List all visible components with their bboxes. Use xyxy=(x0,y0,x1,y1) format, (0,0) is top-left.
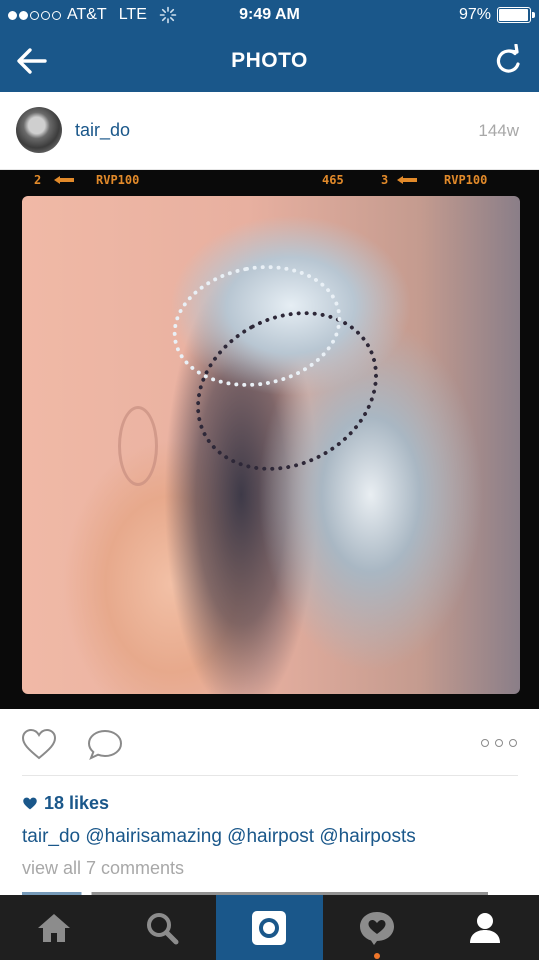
profile-icon xyxy=(470,912,501,943)
top-bar: AT&T LTE 9:49 AM 97% PHOTO xyxy=(0,0,539,92)
avatar[interactable] xyxy=(16,107,62,153)
tab-profile[interactable] xyxy=(431,895,539,960)
heart-filled-icon xyxy=(23,797,37,810)
battery-icon xyxy=(497,7,535,23)
likes-count: 18 likes xyxy=(44,793,110,813)
notification-dot xyxy=(374,953,381,959)
divider xyxy=(22,775,518,776)
post-header: tair_do 144w xyxy=(0,92,539,170)
post-caption: tair_do @hairisamazing @hairpost @hairpo… xyxy=(22,826,416,848)
tab-bar xyxy=(0,895,539,960)
post-age: 144w xyxy=(478,121,519,140)
film-arrow-icon xyxy=(54,176,74,184)
film-frame-a: 2 xyxy=(34,173,42,187)
tab-camera[interactable] xyxy=(215,895,324,960)
caption-author[interactable]: tair_do xyxy=(22,826,80,847)
tab-activity[interactable] xyxy=(323,895,431,960)
heart-icon[interactable] xyxy=(20,727,58,761)
more-options-icon[interactable] xyxy=(481,737,517,749)
refresh-icon[interactable] xyxy=(493,44,525,78)
post-photo[interactable]: 2 RVP100 465 3 RVP100 xyxy=(0,170,539,709)
caption-text[interactable]: @hairisamazing @hairpost @hairposts xyxy=(85,826,415,847)
photo-image xyxy=(22,196,520,694)
post-username[interactable]: tair_do xyxy=(75,120,130,141)
ear-detail xyxy=(118,406,158,486)
status-bar: AT&T LTE 9:49 AM 97% xyxy=(0,0,539,30)
camera-icon xyxy=(252,910,287,945)
comment-icon[interactable] xyxy=(86,727,124,761)
search-icon xyxy=(146,912,179,944)
page-title: PHOTO xyxy=(231,49,308,72)
film-code-b: RVP100 xyxy=(444,173,488,187)
status-right: 97% xyxy=(458,6,535,24)
battery-percent: 97% xyxy=(458,6,491,23)
home-icon xyxy=(37,913,70,942)
film-frame-b: 3 xyxy=(381,173,389,187)
view-all-comments-link[interactable]: view all 7 comments xyxy=(22,858,184,879)
tab-home[interactable] xyxy=(0,895,108,960)
likes-row[interactable]: 18 likes xyxy=(22,793,109,814)
activity-icon xyxy=(360,911,395,945)
post-actions xyxy=(0,709,539,775)
tab-search[interactable] xyxy=(108,895,216,960)
film-frame-number: 465 xyxy=(322,173,344,187)
film-code-a: RVP100 xyxy=(96,173,140,187)
film-border: 2 RVP100 465 3 RVP100 xyxy=(0,170,539,192)
film-arrow-icon xyxy=(397,176,417,184)
nav-bar: PHOTO xyxy=(0,30,539,92)
